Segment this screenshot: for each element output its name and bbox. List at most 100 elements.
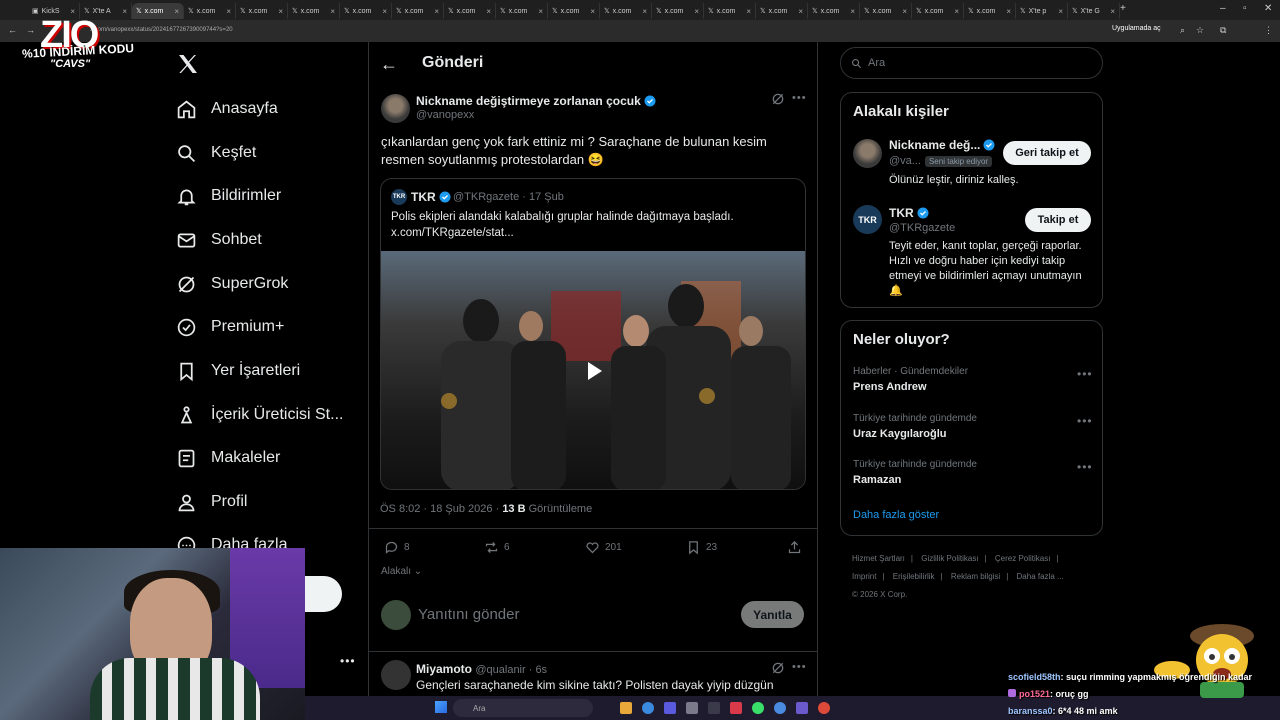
tab-close-icon[interactable]: × bbox=[1110, 7, 1115, 16]
footer-link[interactable]: Çerez Politikası bbox=[995, 554, 1051, 563]
browser-tab[interactable]: 𝕏x.com × bbox=[756, 3, 808, 19]
open-in-app-button[interactable]: Uygulamada aç bbox=[1112, 25, 1161, 32]
trend-more-icon[interactable]: ••• bbox=[1077, 460, 1093, 474]
nav-grok[interactable]: SuperGrok bbox=[176, 269, 288, 299]
app-icon[interactable] bbox=[730, 702, 742, 714]
post-time[interactable]: ÖS 8:02 · 18 Şub 2026 · bbox=[380, 503, 499, 515]
tab-close-icon[interactable]: × bbox=[486, 7, 491, 16]
post-button[interactable] bbox=[300, 576, 342, 612]
quoted-post[interactable]: TKR TKR @TKRgazete · 17 Şub Polis ekiple… bbox=[380, 178, 806, 490]
footer-link[interactable]: Reklam bilgisi bbox=[951, 572, 1000, 581]
tab-close-icon[interactable]: × bbox=[642, 7, 647, 16]
trend-name[interactable]: Prens Andrew bbox=[853, 381, 927, 393]
tab-close-icon[interactable]: × bbox=[330, 7, 335, 16]
app-icon[interactable] bbox=[708, 702, 720, 714]
new-tab-icon[interactable]: + bbox=[1120, 3, 1126, 14]
bookmark-action[interactable]: 23 bbox=[686, 540, 717, 555]
app-icon[interactable] bbox=[642, 702, 654, 714]
browser-tab[interactable]: 𝕏x.com × bbox=[704, 3, 756, 19]
menu-icon[interactable]: ⋮ bbox=[1264, 25, 1273, 36]
tab-close-icon[interactable]: × bbox=[278, 7, 283, 16]
tab-close-icon[interactable]: × bbox=[174, 7, 179, 16]
browser-tab[interactable]: 𝕏x.com × bbox=[548, 3, 600, 19]
nav-home[interactable]: Anasayfa bbox=[176, 94, 278, 124]
footer-link[interactable]: Imprint bbox=[852, 572, 876, 581]
app-icon[interactable] bbox=[774, 702, 786, 714]
nav-creator-studio[interactable]: İçerik Üreticisi St... bbox=[176, 400, 343, 430]
nav-messages[interactable]: Sohbet bbox=[176, 225, 262, 255]
app-icon[interactable] bbox=[796, 702, 808, 714]
footer-link[interactable]: Gizlilik Politikası bbox=[921, 554, 978, 563]
bookmark-star-icon[interactable]: ☆ bbox=[1196, 25, 1204, 36]
tab-close-icon[interactable]: × bbox=[122, 7, 127, 16]
browser-tab[interactable]: 𝕏x.com × bbox=[288, 3, 340, 19]
browser-tab[interactable]: 𝕏x.com × bbox=[392, 3, 444, 19]
follow-back-button[interactable]: Geri takip et bbox=[1003, 141, 1091, 165]
minimize-icon[interactable]: – bbox=[1220, 3, 1226, 14]
person-name[interactable]: TKR bbox=[889, 206, 929, 220]
grok-explain-icon[interactable] bbox=[771, 661, 785, 675]
trend-more-icon[interactable]: ••• bbox=[1077, 414, 1093, 428]
browser-tab[interactable]: 𝕏x.com × bbox=[912, 3, 964, 19]
tab-close-icon[interactable]: × bbox=[226, 7, 231, 16]
browser-tab[interactable]: 𝕏x.com × bbox=[496, 3, 548, 19]
maximize-icon[interactable]: ▫ bbox=[1243, 3, 1247, 14]
taskbar-search[interactable]: Ara bbox=[453, 699, 593, 717]
browser-tab[interactable]: 𝕏x.com × bbox=[964, 3, 1016, 19]
browser-tab[interactable]: 𝕏x.com × bbox=[132, 3, 184, 19]
forward-icon[interactable]: → bbox=[26, 25, 35, 35]
play-icon[interactable] bbox=[588, 362, 602, 380]
browser-tab[interactable]: 𝕏x.com × bbox=[340, 3, 392, 19]
tab-close-icon[interactable]: × bbox=[538, 7, 543, 16]
tab-close-icon[interactable]: × bbox=[850, 7, 855, 16]
comment-author[interactable]: Miyamoto @qualanir · 6s bbox=[416, 662, 547, 676]
footer-link[interactable]: Hizmet Şartları bbox=[852, 554, 905, 563]
browser-tab[interactable]: 𝕏 X'te G × bbox=[1068, 3, 1120, 19]
browser-tab[interactable]: 𝕏x.com × bbox=[184, 3, 236, 19]
tab-close-icon[interactable]: × bbox=[434, 7, 439, 16]
tab-close-icon[interactable]: × bbox=[798, 7, 803, 16]
quote-video[interactable] bbox=[381, 251, 805, 489]
post-more-icon[interactable]: ••• bbox=[792, 92, 807, 104]
back-arrow-icon[interactable]: ← bbox=[380, 54, 398, 75]
follow-button[interactable]: Takip et bbox=[1025, 208, 1091, 232]
tab-close-icon[interactable]: × bbox=[954, 7, 959, 16]
nav-bookmarks[interactable]: Yer İşaretleri bbox=[176, 356, 300, 386]
nav-profile[interactable]: Profil bbox=[176, 487, 247, 517]
person-avatar[interactable] bbox=[853, 139, 882, 168]
browser-tab[interactable]: 𝕏x.com × bbox=[444, 3, 496, 19]
browser-tab[interactable]: 𝕏x.com × bbox=[808, 3, 860, 19]
tab-close-icon[interactable]: × bbox=[590, 7, 595, 16]
person-name[interactable]: Nickname değ... bbox=[889, 138, 995, 152]
nav-articles[interactable]: Makaleler bbox=[176, 443, 280, 473]
extensions-icon[interactable]: ⧉ bbox=[1220, 25, 1226, 36]
post-author-name[interactable]: Nickname değiştirmeye zorlanan çocuk bbox=[416, 94, 656, 108]
x-logo-icon[interactable] bbox=[176, 52, 200, 76]
app-icon[interactable] bbox=[752, 702, 764, 714]
browser-tab[interactable]: 𝕏x.com × bbox=[860, 3, 912, 19]
tab-close-icon[interactable]: × bbox=[902, 7, 907, 16]
back-icon[interactable]: ← bbox=[8, 25, 17, 35]
trend-more-icon[interactable]: ••• bbox=[1077, 367, 1093, 381]
reply-button[interactable]: Yanıtla bbox=[741, 601, 804, 628]
comment-avatar[interactable] bbox=[381, 660, 411, 690]
browser-tab[interactable]: 𝕏x.com × bbox=[600, 3, 652, 19]
close-window-icon[interactable]: ✕ bbox=[1264, 3, 1272, 14]
nav-notifications[interactable]: Bildirimler bbox=[176, 181, 281, 211]
browser-tab[interactable]: 𝕏 X'te p × bbox=[1016, 3, 1068, 19]
like-action[interactable]: 201 bbox=[585, 540, 622, 555]
trend-name[interactable]: Uraz Kaygılaroğlu bbox=[853, 428, 947, 440]
tab-close-icon[interactable]: × bbox=[746, 7, 751, 16]
person-avatar[interactable]: TKR bbox=[853, 205, 882, 234]
search-bar[interactable]: Ara bbox=[840, 47, 1103, 79]
tab-close-icon[interactable]: × bbox=[382, 7, 387, 16]
browser-tab[interactable]: 𝕏x.com × bbox=[652, 3, 704, 19]
trend-name[interactable]: Ramazan bbox=[853, 474, 901, 486]
comment-more-icon[interactable]: ••• bbox=[792, 661, 807, 673]
post-author-handle[interactable]: @vanopexx bbox=[416, 109, 474, 121]
post-author-avatar[interactable] bbox=[381, 94, 410, 123]
app-icon[interactable] bbox=[686, 702, 698, 714]
reply-sort-dropdown[interactable]: Alakalı ⌄ bbox=[381, 566, 422, 577]
reply-action[interactable]: 8 bbox=[384, 540, 410, 555]
reply-input[interactable]: Yanıtını gönder bbox=[418, 606, 519, 623]
